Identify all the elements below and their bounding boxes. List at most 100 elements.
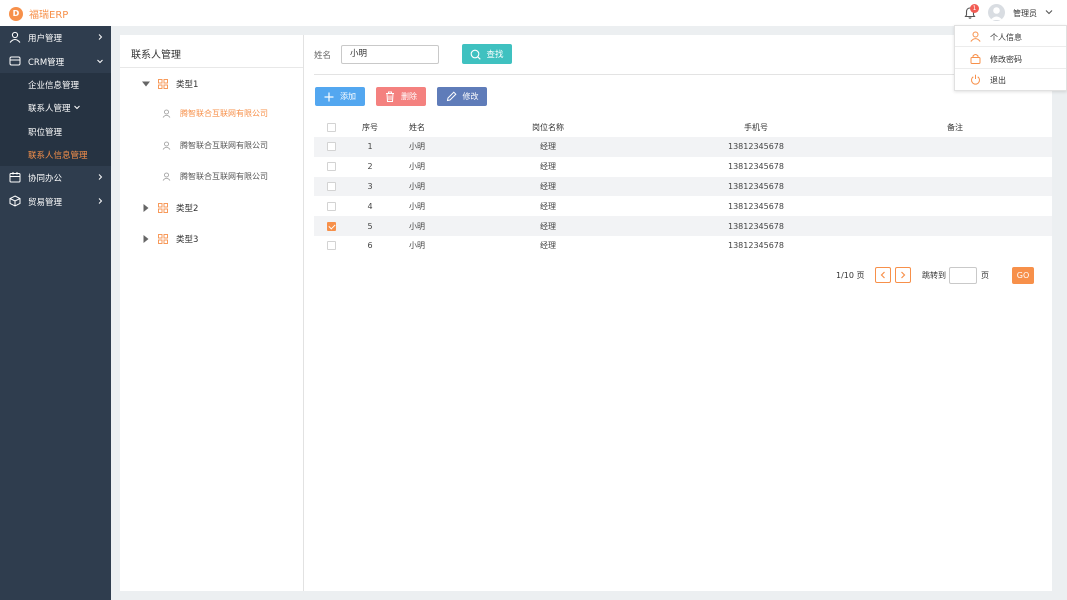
sidebar-item-crm[interactable]: CRM管理 <box>0 50 111 74</box>
contact-tree-panel: 联系人管理 类型1 腾智联合互联网有限公司 腾智联合互联网有限公司 腾智联合互联… <box>120 35 303 591</box>
cell-note <box>858 157 1052 177</box>
sidebar-item-label: 协同办公 <box>28 174 63 185</box>
caret-right-icon[interactable] <box>142 235 150 243</box>
row-checkbox[interactable] <box>326 142 336 152</box>
add-button[interactable]: 添加 <box>315 87 365 106</box>
menu-item-logout[interactable]: 退出 <box>955 69 1066 90</box>
sidebar-subitem-label: 联系人管理 <box>28 104 71 115</box>
tree-node-type3[interactable]: 类型3 <box>142 233 198 245</box>
tree-leaf[interactable]: 腾智联合互联网有限公司 <box>162 140 268 151</box>
divider <box>314 74 1042 75</box>
menu-item-change-password[interactable]: 修改密码 <box>955 48 1066 69</box>
next-page-button[interactable] <box>895 267 911 283</box>
jump-page-input[interactable] <box>949 267 977 284</box>
row-select-cell <box>314 176 348 197</box>
menu-item-label: 个人信息 <box>990 33 1022 42</box>
cell-name: 小明 <box>409 201 425 211</box>
cell-phone: 13812345678 <box>654 176 858 197</box>
app-logo[interactable]: D 福瑞ERP <box>9 6 68 21</box>
edit-button-label: 修改 <box>462 92 479 101</box>
sidebar-item-office[interactable]: 协同办公 <box>0 166 111 190</box>
sidebar-item-contact-info[interactable]: 联系人信息管理 <box>0 142 111 167</box>
user-menu-dropdown: 个人信息 修改密码 退出 <box>954 25 1067 91</box>
sidebar-item-positions[interactable]: 职位管理 <box>0 119 111 143</box>
divider <box>120 67 303 68</box>
column-header[interactable]: 姓名 <box>392 118 442 137</box>
sidebar-item-contacts[interactable]: 联系人管理 <box>0 96 111 120</box>
cell-no: 5 <box>348 216 392 236</box>
tree-node-type1[interactable]: 类型1 <box>142 78 198 90</box>
page-info: 1/10 页 <box>836 271 865 280</box>
table-row[interactable]: 4 小明 经理 13812345678 <box>314 196 1052 216</box>
power-icon <box>971 74 980 85</box>
tree-leaf-label: 腾智联合互联网有限公司 <box>180 109 268 118</box>
chevron-down-icon[interactable] <box>1044 7 1054 17</box>
search-button[interactable]: 查找 <box>462 44 512 64</box>
cell-name: 小明 <box>392 137 442 157</box>
cell-phone: 13812345678 <box>654 137 858 157</box>
column-header[interactable]: 序号 <box>348 118 392 137</box>
row-checkbox[interactable] <box>326 201 336 211</box>
row-select-cell <box>314 236 348 256</box>
contact-list-panel: 姓名 小明 查找 添加 删除 修改 序号 姓名 岗位名称 手机号 备注 1 小明经… <box>304 35 1052 591</box>
table-row[interactable]: 3 小明 经理 13812345678 <box>314 176 1052 197</box>
name-search-input[interactable]: 小明 <box>341 45 439 64</box>
cell-phone: 13812345678 <box>728 201 784 211</box>
row-select-cell <box>314 216 348 236</box>
prev-page-button[interactable] <box>875 267 891 283</box>
cell-position: 经理 <box>442 137 654 157</box>
person-icon <box>162 172 171 181</box>
table-row[interactable]: 5 小明 经理 13812345678 <box>314 216 1052 236</box>
row-checkbox[interactable] <box>326 162 336 172</box>
sidebar-item-company-info[interactable]: 企业信息管理 <box>0 73 111 97</box>
cell-note <box>858 196 1052 216</box>
cell-position: 经理 <box>540 241 556 251</box>
sidebar-item-label: 用户管理 <box>28 34 63 44</box>
menu-item-label: 退出 <box>990 76 1006 85</box>
table-row[interactable]: 6 小明 经理 13812345678 <box>314 236 1052 256</box>
cell-position: 经理 <box>540 162 556 172</box>
column-header[interactable]: 备注 <box>858 118 1052 137</box>
tree-node-type2[interactable]: 类型2 <box>142 202 198 214</box>
username[interactable]: 管理员 <box>1013 8 1037 19</box>
avatar[interactable] <box>988 4 1005 21</box>
row-checkbox[interactable] <box>326 221 336 231</box>
cell-phone: 13812345678 <box>654 216 858 236</box>
cell-note <box>858 216 1052 236</box>
contact-table: 序号 姓名 岗位名称 手机号 备注 1 小明 经理 13812345678 2 小明 经理 1… <box>314 118 1052 256</box>
menu-item-label: 修改密码 <box>990 54 1022 64</box>
tree-leaf[interactable]: 腾智联合互联网有限公司 <box>162 171 268 182</box>
chevron-left-icon <box>880 271 885 279</box>
top-bar: D 福瑞ERP 1 管理员 <box>0 0 1067 26</box>
go-button[interactable]: GO <box>1012 267 1034 284</box>
delete-button[interactable]: 删除 <box>376 87 426 106</box>
cell-no: 6 <box>367 241 373 251</box>
cube-icon <box>9 195 21 207</box>
column-header[interactable]: 岗位名称 <box>442 118 654 137</box>
caret-right-icon[interactable] <box>142 204 150 212</box>
sidebar-item-users[interactable]: 用户管理 <box>0 26 111 50</box>
tree-leaf[interactable]: 腾智联合互联网有限公司 <box>162 108 268 119</box>
cell-phone: 13812345678 <box>728 162 784 172</box>
cell-note <box>858 176 1052 197</box>
crm-icon <box>9 56 21 65</box>
select-all-checkbox[interactable] <box>326 123 336 132</box>
table-row[interactable]: 1 小明 经理 13812345678 <box>314 137 1052 157</box>
table-body: 1 小明 经理 13812345678 2 小明 经理 13812345678 3 小明 经理 138… <box>314 137 1052 256</box>
edit-button[interactable]: 修改 <box>437 87 487 106</box>
grid-icon <box>158 234 168 244</box>
caret-down-icon[interactable] <box>142 80 150 88</box>
cell-name: 小明 <box>409 162 425 172</box>
table-row[interactable]: 2 小明 经理 13812345678 <box>314 157 1052 177</box>
grid-icon <box>158 79 168 89</box>
row-checkbox[interactable] <box>326 181 336 191</box>
row-checkbox[interactable] <box>326 241 336 251</box>
menu-item-profile[interactable]: 个人信息 <box>955 26 1066 48</box>
column-header[interactable]: 手机号 <box>654 118 858 137</box>
panel-title: 联系人管理 <box>131 50 181 61</box>
plus-icon <box>324 92 334 101</box>
sidebar-item-trade[interactable]: 贸易管理 <box>0 190 111 214</box>
table-header-row: 序号 姓名 岗位名称 手机号 备注 <box>314 118 1052 137</box>
cell-name: 小明 <box>409 241 425 251</box>
grid-icon <box>158 203 168 213</box>
